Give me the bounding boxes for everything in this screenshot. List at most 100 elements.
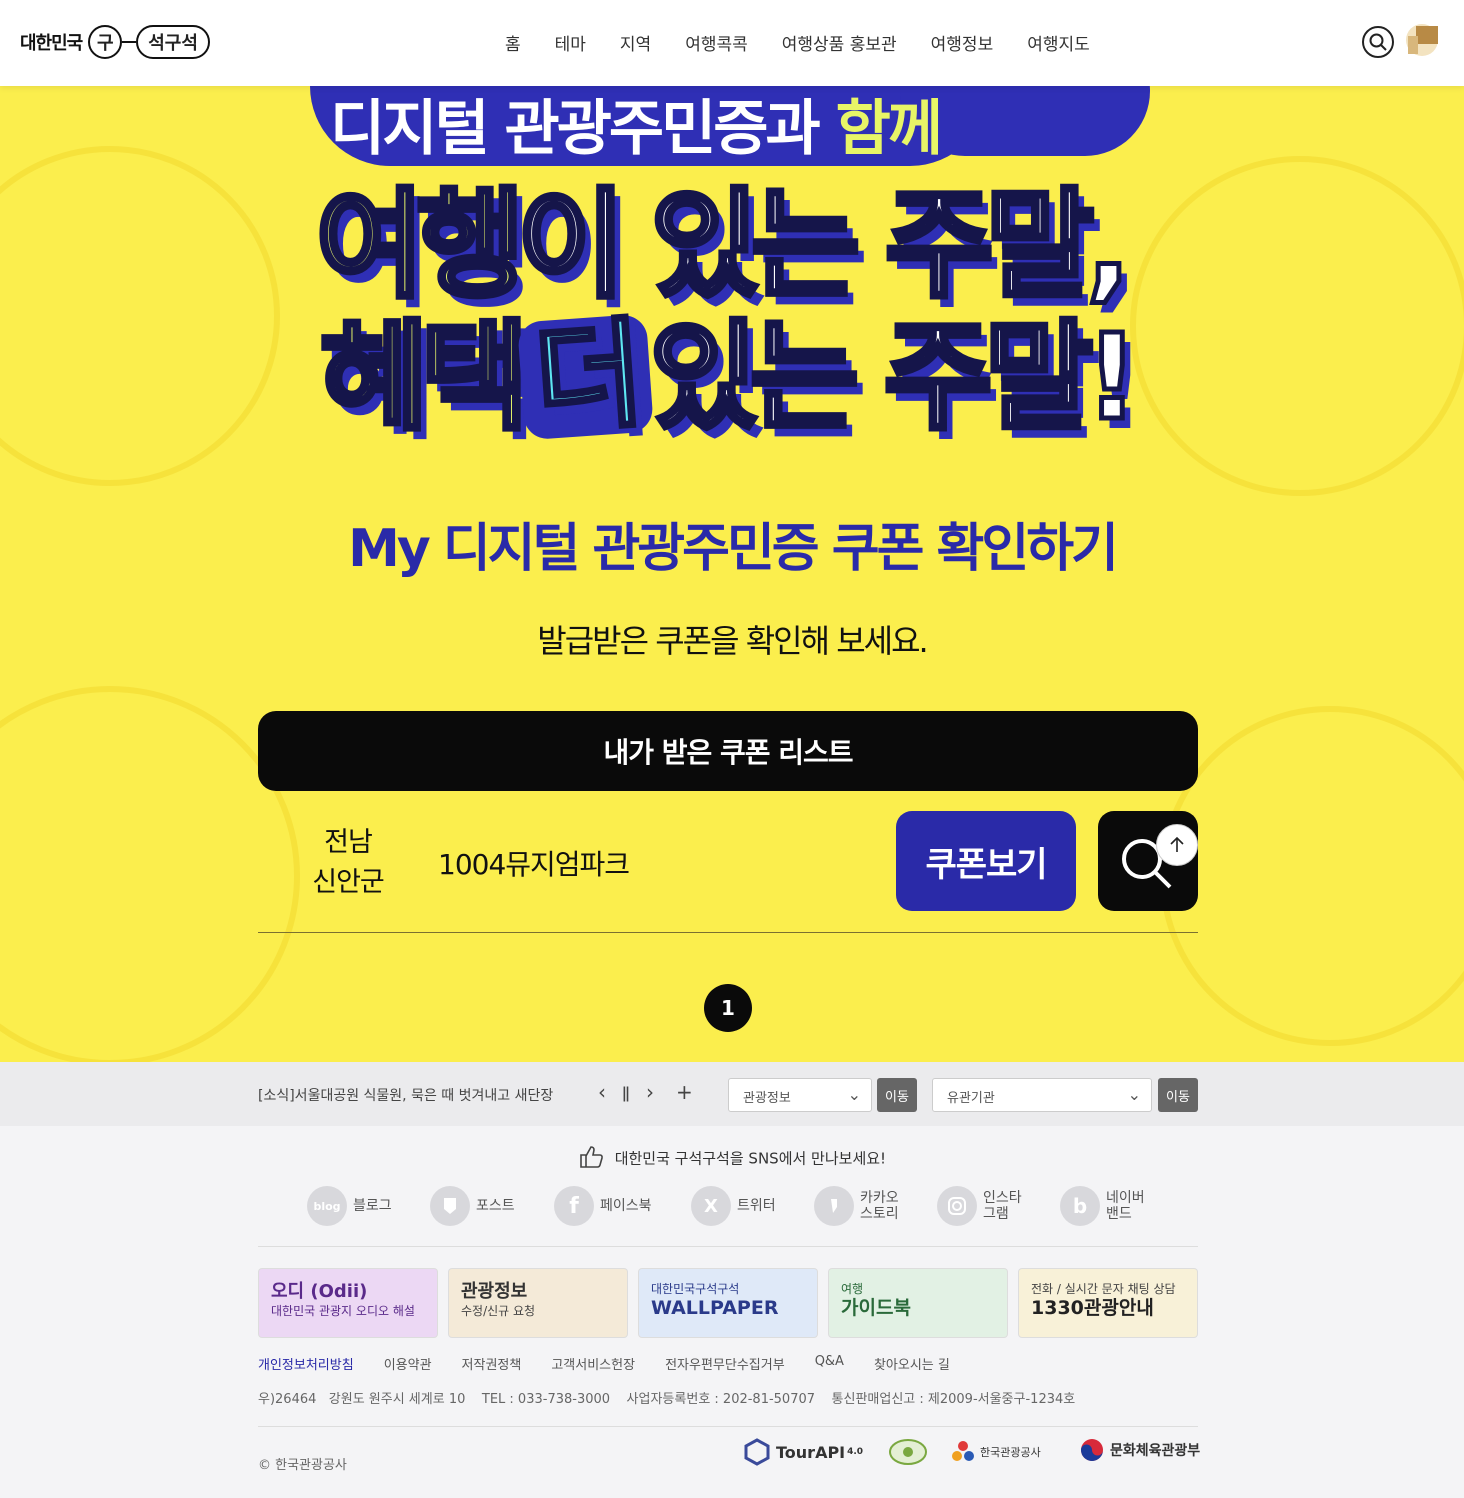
- nav-region[interactable]: 지역: [620, 30, 651, 55]
- news-prev-button[interactable]: ‹: [598, 1080, 606, 1104]
- banner-odii-desc: 대한민국 관광지 오디오 해설: [271, 1304, 415, 1318]
- related-org-select-value: 유관기관: [947, 1091, 995, 1106]
- banner-guidebook-subtitle: 여행: [841, 1282, 864, 1296]
- x-twitter-icon: X: [691, 1186, 731, 1226]
- news-pause-button[interactable]: ǁ: [622, 1083, 630, 1102]
- banner-wallpaper[interactable]: 대한민국구석구석 WALLPAPER: [638, 1268, 818, 1338]
- partner-wa-mark: [888, 1438, 928, 1466]
- logo-connector: [122, 41, 137, 43]
- sns-kakaostory[interactable]: 카카오 스토리: [814, 1186, 899, 1226]
- logo-pill: 석구석: [136, 25, 210, 59]
- sns-label-line: 포스트: [476, 1198, 515, 1214]
- tourapi-hexagon-icon: [744, 1438, 770, 1466]
- tourism-info-select[interactable]: 관광정보 ⌄: [728, 1078, 872, 1112]
- decorative-bear-coin: [1160, 706, 1464, 1046]
- link-privacy-policy[interactable]: 개인정보처리방침: [258, 1354, 354, 1373]
- banner-odii[interactable]: 오디 (Odii) 대한민국 관광지 오디오 해설: [258, 1268, 438, 1338]
- post-icon: [430, 1186, 470, 1226]
- news-headline[interactable]: [소식]서울대공원 식물원, 묵은 때 벗겨내고 새단장: [258, 1085, 553, 1105]
- korea-taegeuk-icon: [1081, 1439, 1103, 1461]
- footer-address: 우)26464 강원도 원주시 세계로 10 TEL : 033-738-300…: [258, 1392, 1076, 1407]
- nav-products[interactable]: 여행상품 홍보관: [782, 30, 897, 55]
- band-icon: b: [1060, 1186, 1100, 1226]
- sns-label-line: 그램: [983, 1206, 1009, 1222]
- tourism-info-select-value: 관광정보: [743, 1091, 791, 1106]
- sns-label-line: 스토리: [860, 1206, 899, 1222]
- sns-label: 인스타 그램: [983, 1190, 1022, 1222]
- sns-label-line: 페이스북: [600, 1198, 652, 1214]
- banner-tour-info-desc: 수정/신규 요청: [461, 1304, 536, 1318]
- link-service-charter[interactable]: 고객서비스헌장: [551, 1354, 635, 1373]
- sns-facebook[interactable]: f 페이스북: [554, 1186, 652, 1226]
- banner-1330[interactable]: 전화 / 실시간 문자 채팅 상담 1330관광안내: [1018, 1268, 1198, 1338]
- site-logo[interactable]: 대한민국 구 석구석: [20, 22, 210, 62]
- logo-circle: 구: [88, 25, 123, 59]
- sns-label: 트위터: [737, 1198, 776, 1214]
- link-copyright-policy[interactable]: 저작권정책: [462, 1354, 522, 1373]
- partner-tourapi-label: TourAPI: [776, 1442, 846, 1462]
- nav-home[interactable]: 홈: [505, 30, 521, 55]
- banner-tour-info-request[interactable]: 관광정보 수정/신규 요청: [448, 1268, 628, 1338]
- scroll-top-button[interactable]: [1156, 824, 1198, 866]
- site-header: 대한민국 구 석구석 홈 테마 지역 여행콕콕 여행상품 홍보관 여행정보 여행…: [0, 0, 1464, 86]
- banner-guidebook-title: 가이드북: [841, 1297, 911, 1319]
- partner-kto[interactable]: 한국관광공사: [950, 1438, 1041, 1466]
- banner-1330-title: 1330관광안내: [1031, 1297, 1154, 1319]
- sns-label-line: 네이버: [1106, 1190, 1145, 1206]
- partner-kto-label: 한국관광공사: [980, 1446, 1041, 1459]
- link-terms[interactable]: 이용약관: [384, 1354, 432, 1373]
- headline-2-rest: 있는 주말!: [647, 308, 1141, 446]
- coupon-list-button[interactable]: 내가 받은 쿠폰 리스트: [258, 711, 1198, 791]
- search-button[interactable]: [1362, 26, 1394, 58]
- headline-line-1: 여행이 있는 주말,: [313, 184, 1133, 307]
- kto-logo-icon: [952, 1441, 974, 1461]
- nav-travel-picks[interactable]: 여행콕콕: [685, 30, 748, 55]
- related-org-go-button[interactable]: 이동: [1158, 1078, 1198, 1112]
- section-description: 발급받은 쿠폰을 확인해 보세요.: [537, 622, 928, 660]
- partner-mcst-label: 문화체육관광부: [1110, 1443, 1201, 1459]
- banner-odii-title: 오디 (Odii): [271, 1281, 368, 1302]
- sns-label-line: 밴드: [1106, 1206, 1132, 1222]
- banner-wallpaper-subtitle: 대한민국구석구석: [651, 1282, 740, 1296]
- tourism-info-go-button[interactable]: 이동: [877, 1078, 917, 1112]
- sns-blog[interactable]: blog 블로그: [307, 1186, 392, 1226]
- link-email-refusal[interactable]: 전자우편무단수집거부: [665, 1354, 785, 1373]
- kakaostory-icon: [814, 1186, 854, 1226]
- hero-section: 디지털 관광주민증과 함께 여행이 있는 주말, 혜택더있는 주말! My 디지…: [0, 86, 1464, 1062]
- sns-naver-band[interactable]: b 네이버 밴드: [1060, 1186, 1145, 1226]
- sns-instagram[interactable]: 인스타 그램: [937, 1186, 1022, 1226]
- footer-divider: [258, 1426, 1198, 1427]
- banner-top-main: 디지털 관광주민증과: [330, 94, 821, 164]
- link-directions[interactable]: 찾아오시는 길: [874, 1354, 950, 1373]
- banner-top-text: 디지털 관광주민증과 함께: [330, 86, 943, 167]
- coupon-place: 1004뮤지엄파크: [438, 848, 630, 881]
- chevron-down-icon: ⌄: [1127, 1085, 1141, 1104]
- banner-1330-subtitle: 전화 / 실시간 문자 채팅 상담: [1031, 1282, 1176, 1296]
- nav-theme[interactable]: 테마: [555, 30, 586, 55]
- headline-2-lime: 혜택: [317, 308, 531, 446]
- avatar-icon: [1406, 24, 1438, 56]
- related-org-select[interactable]: 유관기관 ⌄: [932, 1078, 1152, 1112]
- banner-wallpaper-title: WALLPAPER: [651, 1297, 779, 1319]
- partner-tourapi[interactable]: TourAPI 4.0: [744, 1438, 863, 1466]
- news-next-button[interactable]: ›: [646, 1080, 654, 1104]
- banner-top-highlight: 함께: [835, 94, 943, 164]
- banner-guidebook[interactable]: 여행 가이드북: [828, 1268, 1008, 1338]
- sns-label-line: 인스타: [983, 1190, 1022, 1206]
- partner-tourapi-version: 4.0: [847, 1447, 864, 1457]
- nav-travel-map[interactable]: 여행지도: [1027, 30, 1090, 55]
- sns-label-line: 트위터: [737, 1198, 776, 1214]
- sns-twitter[interactable]: X 트위터: [691, 1186, 776, 1226]
- view-coupon-button[interactable]: 쿠폰보기: [896, 811, 1076, 911]
- link-qna[interactable]: Q&A: [815, 1354, 844, 1373]
- pagination-page-1[interactable]: 1: [704, 984, 752, 1032]
- user-avatar[interactable]: [1404, 20, 1440, 58]
- news-more-button[interactable]: +: [676, 1080, 693, 1104]
- sns-post[interactable]: 포스트: [430, 1186, 515, 1226]
- nav-travel-info[interactable]: 여행정보: [931, 30, 994, 55]
- coupon-row: 전남 신안군 1004뮤지엄파크 쿠폰보기: [258, 811, 1198, 933]
- footer-copyright: © 한국관광공사: [258, 1458, 347, 1473]
- web-accessibility-mark-icon: [889, 1439, 927, 1465]
- logo-text: 대한민국: [20, 33, 83, 54]
- partner-mcst[interactable]: 문화체육관광부: [1080, 1438, 1200, 1462]
